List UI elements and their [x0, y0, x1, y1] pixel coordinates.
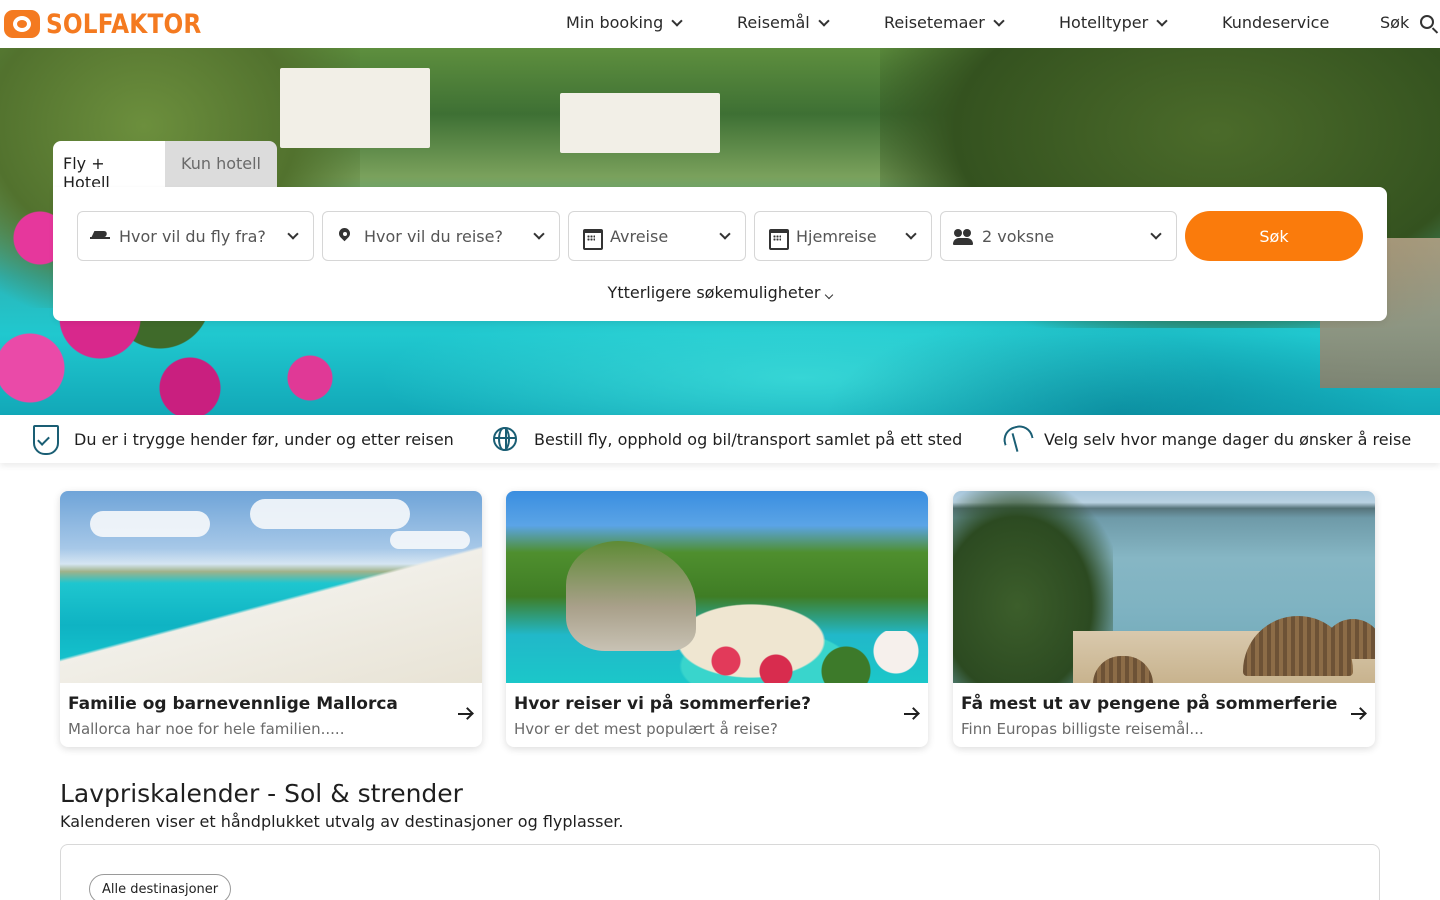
nav-hotelltyper[interactable]: Hotelltyper — [1059, 13, 1168, 32]
return-date-select[interactable]: Hjemreise — [754, 211, 932, 261]
card-title: Hvor reiser vi på sommerferie? — [514, 694, 812, 714]
destination-select[interactable]: Hvor vil du reise? — [322, 211, 560, 261]
search-icon — [1420, 14, 1435, 29]
card-subtitle: Mallorca har noe for hele familien..... — [68, 720, 345, 738]
logo-text: SOLFAKTOR — [46, 8, 202, 40]
chevron-down-icon — [671, 14, 683, 27]
card-image-beach — [60, 491, 482, 683]
chevron-down-icon — [1150, 228, 1162, 240]
travellers-select[interactable]: 2 voksne — [940, 211, 1177, 261]
field-placeholder: Avreise — [610, 226, 669, 246]
hero-villa — [560, 93, 720, 153]
cloud — [90, 511, 210, 537]
arrow-right-icon — [458, 707, 472, 721]
nav-label: Reisemål — [737, 13, 810, 32]
site-header: SOLFAKTOR Min booking Reisemål Reisetema… — [0, 0, 1440, 48]
calendar-icon — [767, 226, 789, 250]
article-card-billigste[interactable]: Få mest ut av pengene på sommerferie Fin… — [953, 491, 1375, 747]
beach-umbrella-icon — [1000, 424, 1030, 454]
card-body: Få mest ut av pengene på sommerferie Fin… — [953, 683, 1375, 747]
search-panel: Hvor vil du fly fra? Hvor vil du reise? … — [53, 187, 1387, 321]
card-body: Hvor reiser vi på sommerferie? Hvor er d… — [506, 683, 928, 747]
field-value: 2 voksne — [982, 226, 1055, 246]
nav-label: Søk — [1380, 13, 1410, 32]
chevron-down-icon — [993, 14, 1005, 27]
solfaktor-logo[interactable]: SOLFAKTOR — [4, 6, 227, 42]
nav-reisetemaer[interactable]: Reisetemaer — [884, 13, 1005, 32]
field-placeholder: Hjemreise — [796, 226, 877, 246]
card-title: Familie og barnevennlige Mallorca — [68, 694, 398, 714]
tab-fly-hotell[interactable]: Fly + Hotell — [53, 141, 165, 198]
globe-icon — [490, 424, 520, 454]
filter-chip-all-destinations[interactable]: Alle destinasjoner — [89, 874, 232, 900]
usp-strip: Du er i trygge hender før, under og ette… — [0, 415, 1440, 463]
card-image-cove — [506, 491, 928, 683]
people-icon — [953, 226, 973, 246]
chevron-down-icon — [905, 228, 917, 240]
price-calendar-box: Alle destinasjoner — [60, 844, 1380, 900]
nav-label: Hotelltyper — [1059, 13, 1149, 32]
card-subtitle: Hvor er det mest populært å reise? — [514, 720, 778, 738]
calendar-section-subtitle: Kalenderen viser et håndplukket utvalg a… — [60, 812, 624, 831]
cloud — [250, 499, 410, 529]
cliff — [566, 541, 696, 651]
article-card-sommerferie[interactable]: Hvor reiser vi på sommerferie? Hvor er d… — [506, 491, 928, 747]
nav-reisemal[interactable]: Reisemål — [737, 13, 830, 32]
plane-icon — [90, 226, 110, 246]
usp-item: Bestill fly, opphold og bil/transport sa… — [490, 415, 962, 463]
article-card-mallorca[interactable]: Familie og barnevennlige Mallorca Mallor… — [60, 491, 482, 747]
more-search-options-toggle[interactable]: Ytterligere søkemuligheter — [53, 283, 1387, 302]
field-placeholder: Hvor vil du fly fra? — [119, 226, 266, 246]
tab-kun-hotell[interactable]: Kun hotell — [165, 141, 277, 187]
flowers — [696, 631, 928, 683]
location-pin-icon — [335, 226, 355, 246]
calendar-section-title: Lavpriskalender - Sol & strender — [60, 779, 463, 808]
search-submit-button[interactable]: Søk — [1185, 211, 1363, 261]
sun-logo-icon — [4, 10, 40, 38]
card-title: Få mest ut av pengene på sommerferie — [961, 694, 1338, 714]
shield-check-icon — [30, 424, 60, 455]
departure-date-select[interactable]: Avreise — [568, 211, 746, 261]
cloud — [390, 531, 470, 549]
chevron-down-icon — [825, 290, 834, 300]
nav-label: Min booking — [566, 13, 664, 32]
hero-villa — [280, 68, 430, 148]
calendar-icon — [581, 226, 603, 250]
chevron-down-icon — [287, 228, 299, 240]
usp-item: Velg selv hvor mange dager du ønsker å r… — [1000, 415, 1411, 463]
chevron-down-icon — [818, 14, 830, 27]
chevron-down-icon — [719, 228, 731, 240]
card-image-parasols — [953, 491, 1375, 683]
nav-search-button[interactable]: Søk — [1380, 13, 1435, 32]
card-body: Familie og barnevennlige Mallorca Mallor… — [60, 683, 482, 747]
more-options-label: Ytterligere søkemuligheter — [607, 283, 821, 302]
arrow-right-icon — [904, 707, 918, 721]
arrow-right-icon — [1351, 707, 1365, 721]
nav-kundeservice[interactable]: Kundeservice — [1222, 13, 1329, 32]
departure-airport-select[interactable]: Hvor vil du fly fra? — [77, 211, 314, 261]
parasol — [1323, 619, 1375, 659]
tab-label: Kun hotell — [181, 154, 261, 173]
search-tabs: Fly + Hotell Kun hotell — [53, 141, 277, 198]
card-subtitle: Finn Europas billigste reisemål... — [961, 720, 1204, 738]
usp-text: Velg selv hvor mange dager du ønsker å r… — [1044, 429, 1412, 449]
chevron-down-icon — [1156, 14, 1168, 27]
field-placeholder: Hvor vil du reise? — [364, 226, 503, 246]
usp-text: Bestill fly, opphold og bil/transport sa… — [534, 429, 963, 449]
usp-item: Du er i trygge hender før, under og ette… — [30, 415, 454, 463]
usp-text: Du er i trygge hender før, under og ette… — [74, 429, 454, 449]
nav-min-booking[interactable]: Min booking — [566, 13, 683, 32]
nav-label: Reisetemaer — [884, 13, 985, 32]
chevron-down-icon — [533, 228, 545, 240]
nav-label: Kundeservice — [1222, 13, 1330, 32]
